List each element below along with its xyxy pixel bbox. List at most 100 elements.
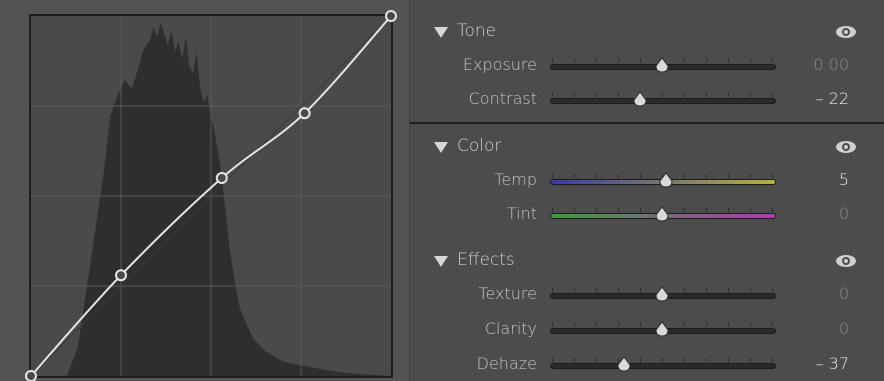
slider-value-dehaze[interactable]: – 37 bbox=[816, 354, 849, 373]
slider-row-tint: Tint 0 bbox=[410, 202, 884, 226]
texture-slider[interactable] bbox=[550, 286, 776, 302]
slider-tick bbox=[574, 358, 575, 362]
temp-slider[interactable] bbox=[550, 172, 776, 188]
slider-tick bbox=[552, 174, 553, 178]
tone-curve-panel bbox=[0, 0, 408, 381]
adjustments-panel: Tone Exposure 0.00 Contrast – 22 Color T… bbox=[409, 0, 884, 381]
slider-tick bbox=[728, 288, 729, 292]
slider-thumb[interactable] bbox=[658, 172, 674, 188]
slider-tick bbox=[596, 174, 597, 178]
slider-tick bbox=[750, 288, 751, 292]
visibility-eye-icon[interactable] bbox=[835, 254, 857, 268]
slider-thumb[interactable] bbox=[616, 356, 632, 372]
slider-tick bbox=[750, 59, 751, 63]
visibility-eye-icon[interactable] bbox=[835, 25, 857, 39]
section-header-tone[interactable]: Tone bbox=[410, 19, 884, 45]
slider-tick bbox=[728, 208, 729, 212]
slider-value-contrast[interactable]: – 22 bbox=[816, 89, 849, 108]
slider-tick bbox=[706, 93, 707, 97]
curve-control-point[interactable] bbox=[298, 107, 311, 120]
contrast-slider[interactable] bbox=[550, 91, 776, 107]
slider-label-contrast: Contrast bbox=[468, 89, 537, 108]
slider-tick bbox=[640, 208, 641, 212]
slider-tick bbox=[596, 59, 597, 63]
slider-tick bbox=[728, 358, 729, 362]
slider-tick bbox=[772, 323, 773, 327]
slider-tick bbox=[574, 93, 575, 97]
slider-tick bbox=[640, 323, 641, 327]
slider-tick bbox=[574, 59, 575, 63]
slider-thumb[interactable] bbox=[654, 206, 670, 222]
section-divider bbox=[410, 122, 884, 124]
visibility-eye-icon[interactable] bbox=[835, 140, 857, 154]
slider-tick bbox=[684, 174, 685, 178]
slider-tick bbox=[750, 93, 751, 97]
slider-value-clarity[interactable]: 0 bbox=[839, 319, 849, 338]
slider-ticks bbox=[550, 356, 776, 362]
collapse-triangle-icon[interactable] bbox=[434, 27, 448, 38]
slider-track[interactable] bbox=[550, 363, 776, 369]
curve-control-point[interactable] bbox=[215, 172, 228, 184]
slider-tick bbox=[552, 323, 553, 327]
slider-tick bbox=[728, 323, 729, 327]
slider-tick bbox=[640, 59, 641, 63]
slider-label-tint: Tint bbox=[506, 204, 537, 223]
collapse-triangle-icon[interactable] bbox=[434, 256, 448, 267]
slider-tick bbox=[750, 174, 751, 178]
dehaze-slider[interactable] bbox=[550, 356, 776, 372]
slider-tick bbox=[728, 174, 729, 178]
slider-tick bbox=[772, 174, 773, 178]
slider-row-texture: Texture 0 bbox=[410, 282, 884, 306]
slider-thumb[interactable] bbox=[654, 321, 670, 337]
slider-value-texture[interactable]: 0 bbox=[839, 284, 849, 303]
slider-thumb[interactable] bbox=[632, 91, 648, 107]
slider-tick bbox=[574, 174, 575, 178]
slider-tick bbox=[706, 358, 707, 362]
slider-row-clarity: Clarity 0 bbox=[410, 317, 884, 341]
slider-tick bbox=[684, 323, 685, 327]
slider-value-tint[interactable]: 0 bbox=[839, 204, 849, 223]
collapse-triangle-icon[interactable] bbox=[434, 142, 448, 153]
tint-slider[interactable] bbox=[550, 206, 776, 222]
slider-tick bbox=[552, 59, 553, 63]
slider-tick bbox=[618, 323, 619, 327]
slider-tick bbox=[596, 93, 597, 97]
slider-tick bbox=[552, 358, 553, 362]
slider-tick bbox=[618, 208, 619, 212]
curve-control-point[interactable] bbox=[25, 370, 37, 381]
slider-value-temp[interactable]: 5 bbox=[839, 170, 849, 189]
slider-thumb[interactable] bbox=[654, 286, 670, 302]
slider-tick bbox=[772, 208, 773, 212]
slider-tick bbox=[706, 288, 707, 292]
slider-tick bbox=[662, 93, 663, 97]
slider-tick bbox=[618, 59, 619, 63]
slider-tick bbox=[640, 358, 641, 362]
slider-row-contrast: Contrast – 22 bbox=[410, 87, 884, 111]
slider-tick bbox=[618, 288, 619, 292]
slider-tick bbox=[772, 288, 773, 292]
tone-curve-graph[interactable] bbox=[0, 0, 408, 381]
slider-tick bbox=[596, 208, 597, 212]
section-title-tone: Tone bbox=[457, 21, 497, 41]
slider-tick bbox=[706, 208, 707, 212]
slider-value-exposure[interactable]: 0.00 bbox=[813, 55, 849, 74]
slider-tick bbox=[728, 93, 729, 97]
slider-row-dehaze: Dehaze – 37 bbox=[410, 352, 884, 376]
slider-tick bbox=[552, 93, 553, 97]
slider-tick bbox=[684, 358, 685, 362]
slider-track[interactable] bbox=[550, 98, 776, 104]
slider-tick bbox=[772, 358, 773, 362]
curve-control-point[interactable] bbox=[115, 269, 127, 282]
slider-label-dehaze: Dehaze bbox=[476, 354, 537, 373]
section-header-effects[interactable]: Effects bbox=[410, 248, 884, 274]
slider-label-clarity: Clarity bbox=[484, 319, 537, 338]
curve-control-point[interactable] bbox=[385, 10, 397, 22]
section-header-color[interactable]: Color bbox=[410, 134, 884, 160]
slider-tick bbox=[596, 323, 597, 327]
slider-ticks bbox=[550, 91, 776, 97]
slider-tick bbox=[684, 59, 685, 63]
exposure-slider[interactable] bbox=[550, 57, 776, 73]
slider-tick bbox=[706, 323, 707, 327]
clarity-slider[interactable] bbox=[550, 321, 776, 337]
slider-thumb[interactable] bbox=[654, 57, 670, 73]
